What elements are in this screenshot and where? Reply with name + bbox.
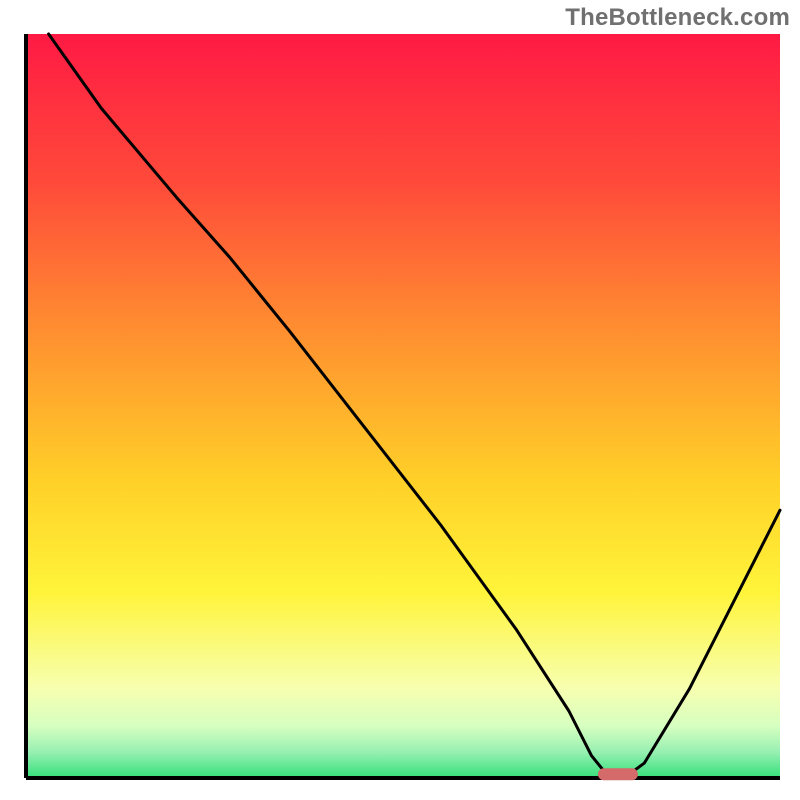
trough-marker <box>598 768 638 780</box>
plot-area <box>26 34 780 780</box>
watermark-label: TheBottleneck.com <box>565 4 790 32</box>
bottleneck-chart <box>0 0 800 800</box>
gradient-background <box>26 34 780 778</box>
chart-container: TheBottleneck.com <box>0 0 800 800</box>
